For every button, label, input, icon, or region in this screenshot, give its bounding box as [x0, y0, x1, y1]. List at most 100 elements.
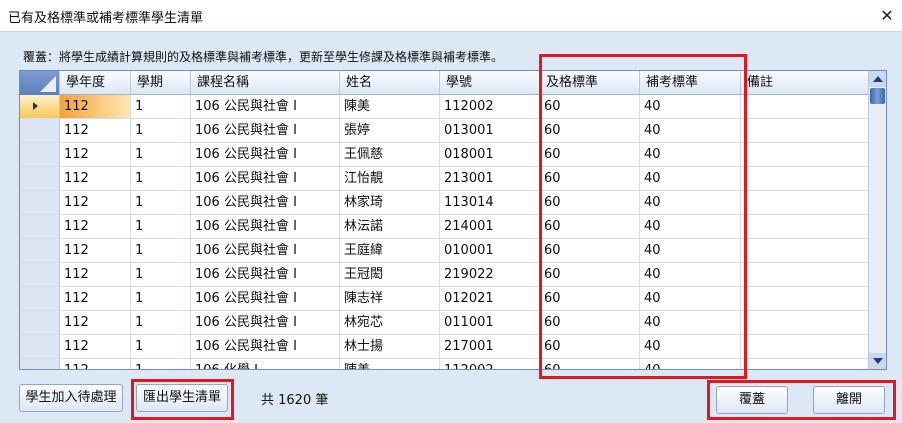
table-row[interactable]: 112 1 106 公民與社會 I 陳志祥 012021 60 40 — [20, 287, 869, 311]
cell-student-id[interactable]: 012021 — [440, 287, 540, 310]
leave-button[interactable]: 離開 — [813, 386, 885, 414]
cell-student-id[interactable]: 013001 — [440, 119, 540, 142]
cell-course[interactable]: 106 公民與社會 I — [191, 167, 340, 190]
cell-student-id[interactable]: 018001 — [440, 143, 540, 166]
cell-year[interactable]: 112 — [60, 311, 131, 334]
cell-student-id[interactable]: 214001 — [440, 215, 540, 238]
cell-makeup-standard[interactable]: 40 — [640, 143, 741, 166]
column-header-name[interactable]: 姓名 — [340, 71, 440, 94]
cell-semester[interactable]: 1 — [131, 119, 191, 142]
row-header[interactable] — [20, 335, 60, 358]
cell-name[interactable]: 王佩慈 — [340, 143, 440, 166]
cell-student-id[interactable]: 010001 — [440, 239, 540, 262]
cell-name[interactable]: 江怡靚 — [340, 167, 440, 190]
cell-remarks[interactable] — [741, 191, 869, 214]
vertical-scrollbar[interactable] — [868, 71, 886, 369]
cell-remarks[interactable] — [741, 95, 869, 118]
cell-semester[interactable]: 1 — [131, 239, 191, 262]
cell-makeup-standard[interactable]: 40 — [640, 95, 741, 118]
cell-course[interactable]: 106 公民與社會 I — [191, 287, 340, 310]
cell-semester[interactable]: 1 — [131, 95, 191, 118]
scroll-thumb[interactable] — [870, 88, 885, 104]
cell-pass-standard[interactable]: 60 — [540, 167, 640, 190]
cell-pass-standard[interactable]: 60 — [540, 95, 640, 118]
cell-pass-standard[interactable]: 60 — [540, 191, 640, 214]
add-to-pending-button[interactable]: 學生加入待處理 — [19, 384, 123, 412]
table-row[interactable]: 112 1 106 公民與社會 I 王佩慈 018001 60 40 — [20, 143, 869, 167]
cell-pass-standard[interactable]: 60 — [540, 335, 640, 358]
cell-remarks[interactable] — [741, 119, 869, 142]
cell-year[interactable]: 112 — [60, 239, 131, 262]
table-row[interactable]: 112 1 106 公民與社會 I 江怡靚 213001 60 40 — [20, 167, 869, 191]
cell-makeup-standard[interactable]: 40 — [640, 239, 741, 262]
cell-course[interactable]: 106 公民與社會 I — [191, 311, 340, 334]
row-header[interactable] — [20, 359, 60, 369]
table-row[interactable]: 112 1 106 公民與社會 I 張婷 013001 60 40 — [20, 119, 869, 143]
cell-name[interactable]: 林宛芯 — [340, 311, 440, 334]
cell-name[interactable]: 陳美 — [340, 95, 440, 118]
cell-course[interactable]: 106 公民與社會 I — [191, 119, 340, 142]
cell-makeup-standard[interactable]: 40 — [640, 263, 741, 286]
cell-name[interactable]: 王冠閎 — [340, 263, 440, 286]
cell-semester[interactable]: 1 — [131, 143, 191, 166]
cell-pass-standard[interactable]: 60 — [540, 263, 640, 286]
cell-student-id[interactable]: 011001 — [440, 311, 540, 334]
export-student-list-button[interactable]: 匯出學生清單 — [136, 384, 228, 412]
cell-year[interactable]: 112 — [60, 191, 131, 214]
row-header[interactable] — [20, 95, 60, 118]
cell-semester[interactable]: 1 — [131, 359, 191, 369]
table-row[interactable]: 112 1 106 公民與社會 I 王庭緯 010001 60 40 — [20, 239, 869, 263]
column-header-student-id[interactable]: 學號 — [440, 71, 540, 94]
cell-name[interactable]: 張婷 — [340, 119, 440, 142]
cell-year[interactable]: 112 — [60, 359, 131, 369]
cell-remarks[interactable] — [741, 263, 869, 286]
row-header[interactable] — [20, 215, 60, 238]
cell-course[interactable]: 106 公民與社會 I — [191, 239, 340, 262]
row-header[interactable] — [20, 119, 60, 142]
cell-year[interactable]: 112 — [60, 95, 131, 118]
cell-remarks[interactable] — [741, 215, 869, 238]
scroll-up-icon[interactable] — [869, 71, 886, 87]
row-header[interactable] — [20, 263, 60, 286]
column-header-semester[interactable]: 學期 — [131, 71, 191, 94]
cell-course[interactable]: 106 公民與社會 I — [191, 335, 340, 358]
overwrite-button[interactable]: 覆蓋 — [716, 386, 788, 414]
cell-year[interactable]: 112 — [60, 143, 131, 166]
cell-semester[interactable]: 1 — [131, 311, 191, 334]
cell-makeup-standard[interactable]: 40 — [640, 119, 741, 142]
cell-remarks[interactable] — [741, 239, 869, 262]
cell-student-id[interactable]: 217001 — [440, 335, 540, 358]
cell-remarks[interactable] — [741, 311, 869, 334]
row-header[interactable] — [20, 311, 60, 334]
cell-makeup-standard[interactable]: 40 — [640, 215, 741, 238]
column-header-makeup-standard[interactable]: 補考標準 — [640, 71, 741, 94]
row-header[interactable] — [20, 167, 60, 190]
cell-course[interactable]: 106 公民與社會 I — [191, 143, 340, 166]
row-header[interactable] — [20, 239, 60, 262]
row-header[interactable] — [20, 143, 60, 166]
column-header-course[interactable]: 課程名稱 — [191, 71, 340, 94]
cell-course[interactable]: 106 公民與社會 I — [191, 263, 340, 286]
table-row[interactable]: 112 1 106 公民與社會 I 林士揚 217001 60 40 — [20, 335, 869, 359]
cell-student-id[interactable]: 219022 — [440, 263, 540, 286]
cell-name[interactable]: 林家琦 — [340, 191, 440, 214]
cell-pass-standard[interactable]: 60 — [540, 311, 640, 334]
cell-semester[interactable]: 1 — [131, 215, 191, 238]
cell-makeup-standard[interactable]: 40 — [640, 287, 741, 310]
table-row[interactable]: 112 1 106 公民與社會 I 林家琦 113014 60 40 — [20, 191, 869, 215]
cell-year[interactable]: 112 — [60, 167, 131, 190]
cell-pass-standard[interactable]: 60 — [540, 119, 640, 142]
cell-semester[interactable]: 1 — [131, 335, 191, 358]
cell-makeup-standard[interactable]: 40 — [640, 311, 741, 334]
cell-course[interactable]: 106 公民與社會 I — [191, 191, 340, 214]
cell-student-id[interactable]: 112002 — [440, 95, 540, 118]
cell-year[interactable]: 112 — [60, 335, 131, 358]
cell-pass-standard[interactable]: 60 — [540, 287, 640, 310]
cell-year[interactable]: 112 — [60, 263, 131, 286]
cell-student-id[interactable]: 112002 — [440, 359, 540, 369]
close-icon[interactable]: ✕ — [872, 0, 902, 31]
cell-makeup-standard[interactable]: 40 — [640, 191, 741, 214]
cell-pass-standard[interactable]: 60 — [540, 239, 640, 262]
scroll-down-icon[interactable] — [869, 353, 886, 369]
table-row[interactable]: 112 1 106 公民與社會 I 林宛芯 011001 60 40 — [20, 311, 869, 335]
